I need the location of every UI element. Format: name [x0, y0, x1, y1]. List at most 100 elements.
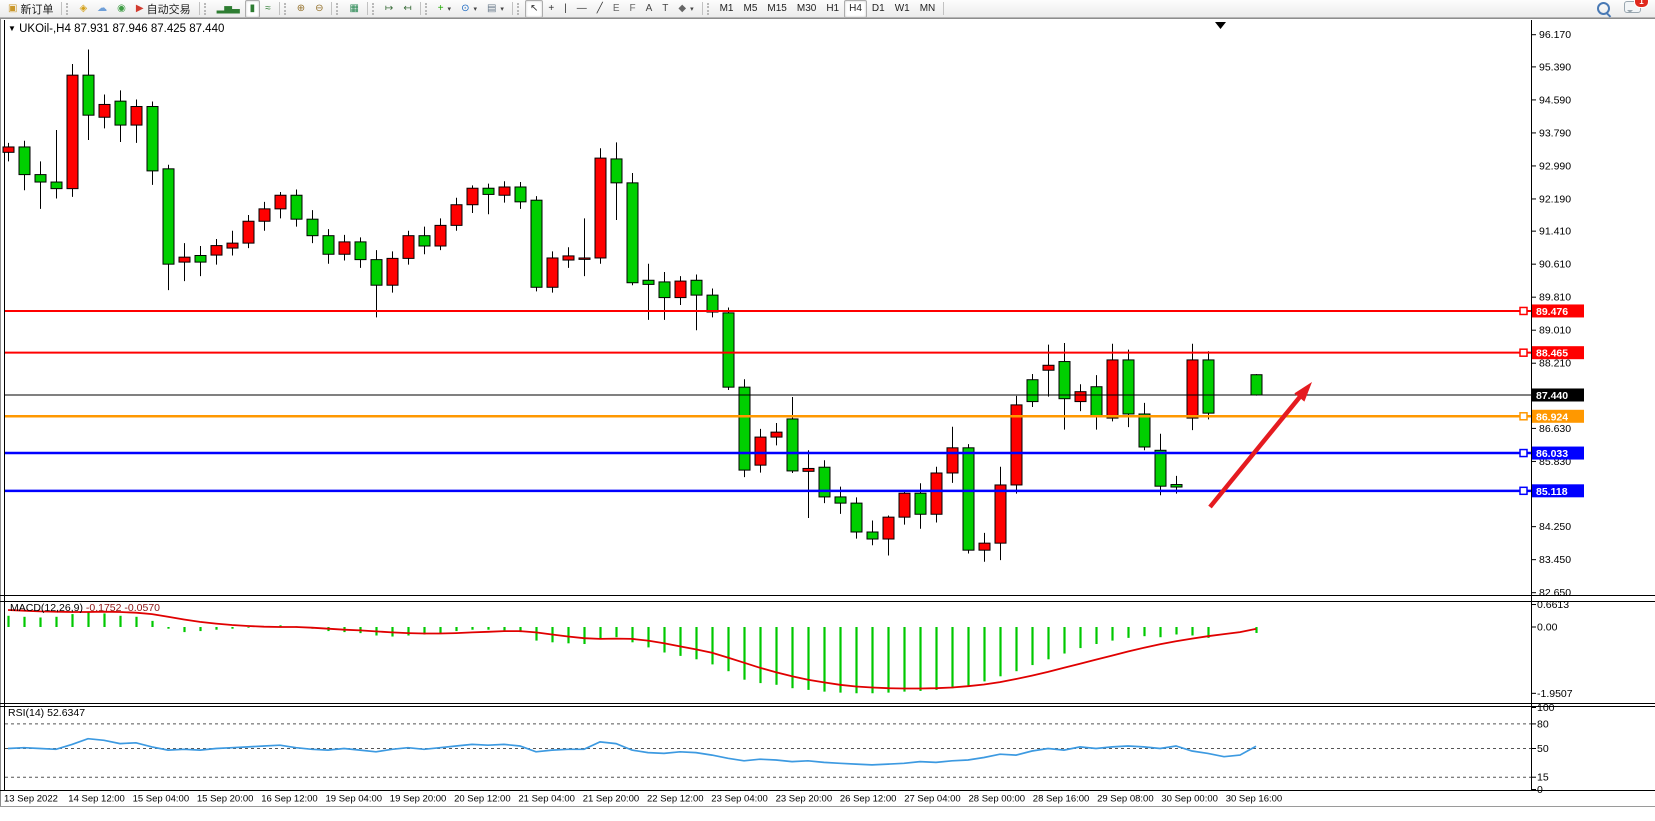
- tf-button-M5[interactable]: M5: [739, 0, 763, 18]
- tile-windows-icon: ▦: [349, 4, 358, 14]
- time-axis-label: 15 Sep 04:00: [133, 794, 190, 805]
- profiles-icon: ☁: [97, 4, 107, 14]
- candle-body: [515, 187, 526, 202]
- toolbar-separator: [61, 2, 62, 15]
- horizontal-line-icon[interactable]: ―: [572, 0, 592, 18]
- candle-body: [83, 75, 94, 115]
- price-tick-label: 95.390: [1539, 61, 1571, 73]
- auto-trading-button[interactable]: ▶自动交易: [131, 0, 196, 18]
- indicators-add-icon[interactable]: +▾: [433, 0, 456, 18]
- time-axis-label: 23 Sep 20:00: [776, 794, 833, 805]
- new-order-button[interactable]: ▣新订单: [3, 0, 58, 18]
- zoom-in-icon[interactable]: ⊕: [292, 0, 310, 18]
- macd-name: MACD(12,26,9): [10, 602, 83, 614]
- trendline-icon: ╱: [597, 4, 603, 14]
- level-line-handle[interactable]: [1520, 450, 1527, 457]
- level-line-handle[interactable]: [1520, 349, 1527, 356]
- trendline-icon[interactable]: ╱: [592, 0, 608, 18]
- fibonacci-icon[interactable]: F: [624, 0, 640, 18]
- chart-title-collapse-icon[interactable]: ▼: [8, 24, 16, 33]
- tf-button-D1[interactable]: D1: [867, 0, 890, 18]
- label-icon[interactable]: T: [657, 0, 673, 18]
- candle-body: [707, 295, 718, 312]
- bar-chart-icon[interactable]: ▂▅▃: [212, 0, 245, 18]
- level-badge-label: 88.465: [1536, 348, 1568, 360]
- rsi-tick-label: 80: [1537, 718, 1549, 730]
- chevron-down-icon[interactable]: ▾: [690, 5, 694, 13]
- shapes-icon: ◆: [678, 4, 686, 14]
- candle-body: [1059, 362, 1070, 399]
- top-toolbar: ▣新订单◈☁◉▶自动交易▂▅▃▮≈⊕⊖▦↦↤+▾⊙▾▤▾↖+|―╱EFAT◆▾M…: [0, 0, 1655, 18]
- chart-shift-icon: ↤: [403, 4, 411, 14]
- candle-body: [35, 175, 46, 182]
- tile-windows-icon[interactable]: ▦: [344, 0, 363, 18]
- text-icon[interactable]: A: [641, 0, 658, 18]
- tf-button-W1[interactable]: W1: [890, 0, 915, 18]
- candle-body: [147, 107, 158, 171]
- level-line-handle[interactable]: [1520, 413, 1527, 420]
- price-tick-label: 96.170: [1539, 29, 1571, 41]
- candle-body: [723, 313, 734, 387]
- toolbar-group-handle: [284, 3, 289, 15]
- auto-scroll-icon[interactable]: ↦: [380, 0, 398, 18]
- candle-body: [467, 188, 478, 205]
- candle-body: [931, 473, 942, 514]
- template-icon[interactable]: ▤▾: [482, 0, 509, 18]
- channel-icon[interactable]: E: [608, 0, 625, 18]
- toolbar-separator: [279, 2, 280, 15]
- toolbar-group-handle: [336, 3, 341, 15]
- tf-button-H4[interactable]: H4: [844, 0, 867, 18]
- cursor-icon[interactable]: ↖: [525, 0, 543, 18]
- price-tick-label: 89.010: [1539, 325, 1571, 337]
- price-tick-label: 93.790: [1539, 127, 1571, 139]
- time-axis-label: 21 Sep 04:00: [518, 794, 575, 805]
- time-axis-label: 22 Sep 12:00: [647, 794, 704, 805]
- tf-button-M1[interactable]: M1: [715, 0, 739, 18]
- shapes-icon[interactable]: ◆▾: [673, 0, 698, 18]
- tf-button-H1[interactable]: H1: [821, 0, 844, 18]
- zoom-out-icon[interactable]: ⊖: [310, 0, 328, 18]
- tf-button-M30[interactable]: M30: [792, 0, 821, 18]
- chevron-down-icon[interactable]: ▾: [473, 5, 477, 13]
- macd-indicator-label: MACD(12,26,9) -0.1752 -0.0570: [10, 602, 160, 614]
- vertical-line-icon: |: [564, 4, 567, 14]
- indicators-add-icon: +: [438, 4, 444, 14]
- candlestick-icon[interactable]: ▮: [245, 0, 261, 18]
- macd-tick-label: 0.6613: [1537, 599, 1569, 611]
- chart-shift-icon[interactable]: ↤: [398, 0, 416, 18]
- level-line-handle[interactable]: [1520, 307, 1527, 314]
- price-tick-label: 82.650: [1539, 587, 1571, 599]
- new-order-button: ▣: [8, 4, 17, 14]
- line-chart-icon[interactable]: ≈: [260, 0, 276, 18]
- candle-body: [899, 493, 910, 517]
- candle-body: [307, 219, 318, 236]
- candle-body: [1107, 360, 1118, 418]
- auto-trading-button-label: 自动交易: [147, 1, 191, 17]
- tf-button-MN[interactable]: MN: [915, 0, 941, 18]
- candle-body: [499, 187, 510, 195]
- chart-title-ohlc: 87.931 87.946 87.425 87.440: [74, 23, 224, 35]
- candle-body: [547, 258, 558, 287]
- time-axis-label: 27 Sep 04:00: [904, 794, 961, 805]
- period-icon[interactable]: ⊙▾: [456, 0, 482, 18]
- signals-icon[interactable]: ◉: [112, 0, 131, 18]
- vertical-line-icon[interactable]: |: [559, 0, 572, 18]
- time-axis-label: 15 Sep 20:00: [197, 794, 254, 805]
- chevron-down-icon[interactable]: ▾: [500, 5, 504, 13]
- notification-badge: 1: [1634, 0, 1649, 8]
- time-axis-label: 30 Sep 16:00: [1226, 794, 1283, 805]
- tf-button-M15[interactable]: M15: [762, 0, 791, 18]
- candle-body: [531, 200, 542, 287]
- profiles-icon[interactable]: ☁: [92, 0, 112, 18]
- crosshair-icon[interactable]: +: [543, 0, 559, 18]
- history-center-icon[interactable]: ◈: [74, 0, 92, 18]
- level-line-handle[interactable]: [1520, 487, 1527, 494]
- candle-body: [419, 236, 430, 246]
- chart-canvas[interactable]: 96.17095.39094.59093.79092.99092.19091.4…: [0, 18, 1655, 821]
- search-icon[interactable]: [1597, 2, 1610, 15]
- chevron-down-icon[interactable]: ▾: [448, 5, 452, 13]
- notifications-button[interactable]: 1: [1624, 0, 1641, 18]
- level-badge-label: 86.924: [1536, 411, 1568, 423]
- candle-body: [3, 147, 14, 152]
- toolbar-group-handle: [425, 3, 430, 15]
